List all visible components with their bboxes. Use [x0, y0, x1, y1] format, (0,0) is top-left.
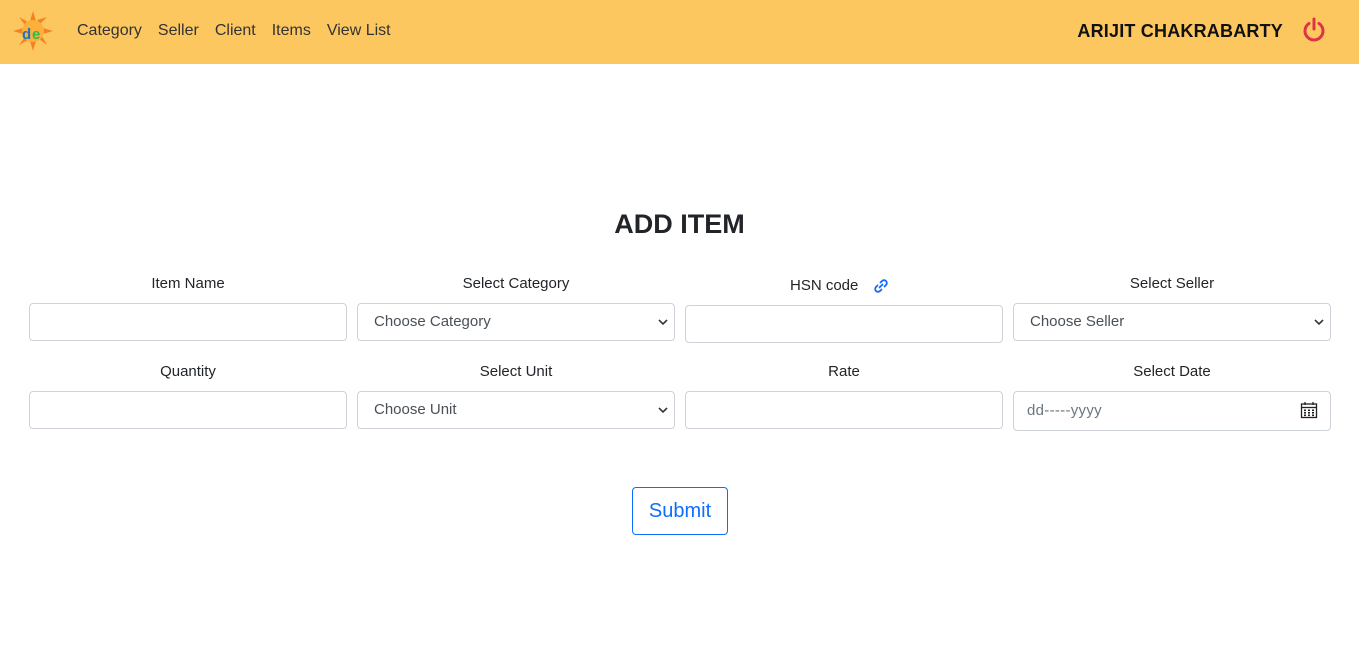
- unit-label: Select Unit: [479, 363, 553, 380]
- rate-input[interactable]: [685, 391, 1003, 429]
- nav-link-category[interactable]: Category: [77, 20, 142, 42]
- nav-link-view-list[interactable]: View List: [327, 20, 391, 42]
- chevron-down-icon: [658, 319, 668, 326]
- item-name-input[interactable]: [29, 303, 347, 341]
- hsn-code-input[interactable]: [685, 305, 1003, 343]
- power-icon[interactable]: [1301, 17, 1327, 43]
- quantity-label: Quantity: [160, 363, 216, 380]
- category-select-value: Choose Category: [374, 313, 491, 330]
- date-placeholder: dd-----yyyy: [1027, 402, 1102, 419]
- date-input[interactable]: dd-----yyyy: [1013, 391, 1331, 431]
- nav-link-seller[interactable]: Seller: [158, 20, 199, 42]
- svg-text:e: e: [32, 26, 40, 43]
- item-name-label: Item Name: [151, 275, 225, 292]
- unit-select-value: Choose Unit: [374, 401, 457, 418]
- svg-text:d: d: [22, 26, 31, 43]
- seller-select-value: Choose Seller: [1030, 313, 1125, 330]
- hsn-code-label-text: HSN code: [790, 277, 859, 294]
- category-select[interactable]: Choose Category: [357, 303, 675, 341]
- rate-label: Rate: [828, 363, 860, 380]
- category-label: Select Category: [462, 275, 570, 292]
- date-label: Select Date: [1133, 363, 1211, 380]
- nav-links: Category Seller Client Items View List: [77, 20, 391, 42]
- top-navbar: d e Category Seller Client Items View Li…: [0, 0, 1359, 64]
- user-name: ARIJIT CHAKRABARTY: [1077, 21, 1283, 41]
- page-title: ADD ITEM: [614, 209, 745, 239]
- link-icon[interactable]: [873, 278, 889, 294]
- logo-icon[interactable]: d e: [13, 11, 53, 51]
- seller-label: Select Seller: [1129, 275, 1215, 292]
- nav-link-client[interactable]: Client: [215, 20, 256, 42]
- calendar-icon[interactable]: [1300, 401, 1318, 419]
- chevron-down-icon: [1314, 319, 1324, 326]
- quantity-input[interactable]: [29, 391, 347, 429]
- unit-select[interactable]: Choose Unit: [357, 391, 675, 429]
- submit-button[interactable]: Submit: [632, 487, 728, 535]
- hsn-code-label: HSN code: [760, 276, 890, 296]
- seller-select[interactable]: Choose Seller: [1013, 303, 1331, 341]
- chevron-down-icon: [658, 407, 668, 414]
- nav-link-items[interactable]: Items: [272, 20, 311, 42]
